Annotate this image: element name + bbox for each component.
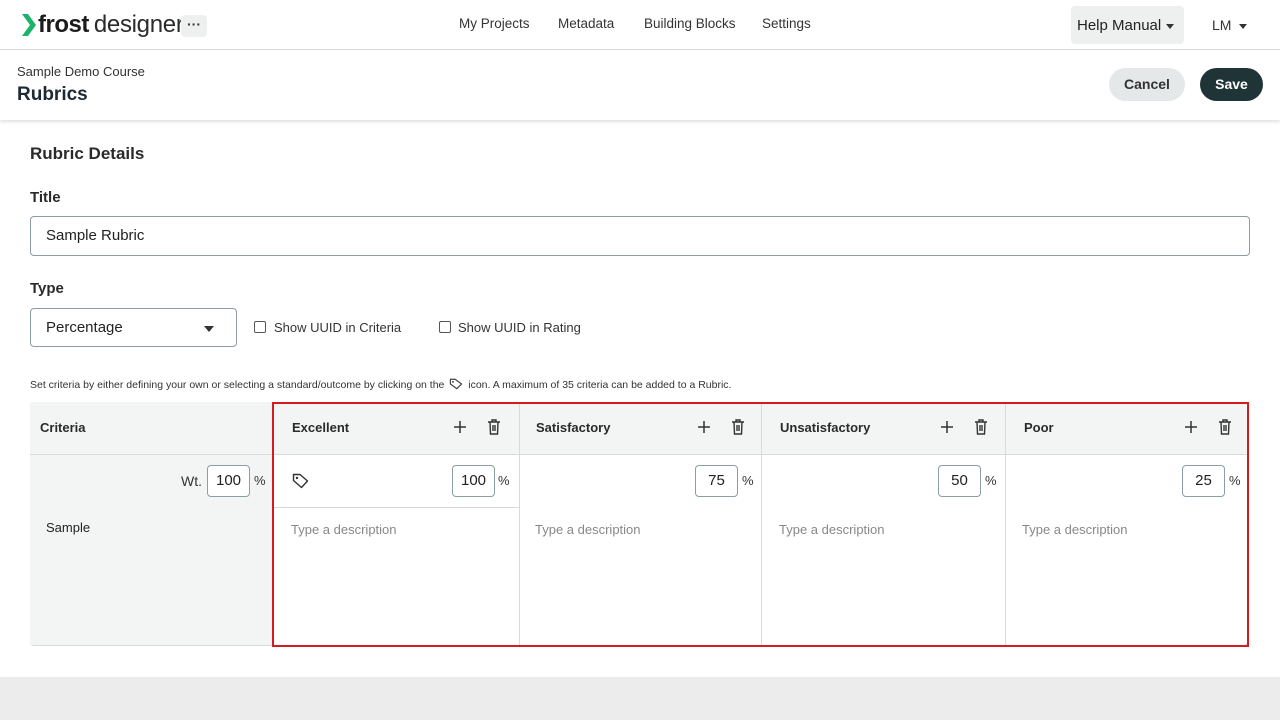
save-button[interactable]: Save: [1200, 68, 1263, 101]
criteria-hint: Set criteria by either defining your own…: [30, 378, 731, 391]
section-title: Rubric Details: [30, 144, 145, 163]
user-initials: LM: [1212, 17, 1232, 33]
column-divider: [519, 403, 520, 645]
rubric-table-header: [30, 402, 1248, 455]
nav-settings[interactable]: Settings: [762, 16, 811, 31]
level-unit: %: [498, 473, 510, 488]
delete-level-icon[interactable]: [486, 418, 502, 436]
page-header: [0, 50, 1280, 120]
column-divider: [273, 403, 274, 645]
column-divider: [1005, 403, 1006, 645]
level-header-poor[interactable]: Poor: [1024, 420, 1054, 435]
cancel-button[interactable]: Cancel: [1109, 68, 1185, 101]
weight-label: Wt.: [181, 473, 202, 489]
description-input-unsatisfactory[interactable]: Type a description: [779, 522, 885, 537]
help-manual-dropdown[interactable]: Help Manual: [1071, 6, 1184, 44]
delete-level-icon[interactable]: [1217, 418, 1233, 436]
level-value-input-satisfactory[interactable]: 75: [695, 465, 738, 497]
add-level-icon[interactable]: [1183, 418, 1199, 436]
chevron-down-icon: [1166, 23, 1175, 29]
chevron-down-icon: [204, 326, 214, 332]
level-unit: %: [1229, 473, 1241, 488]
show-uuid-criteria-label: Show UUID in Criteria: [274, 320, 402, 335]
type-label: Type: [30, 280, 64, 297]
description-input-excellent[interactable]: Type a description: [291, 522, 397, 537]
more-menu-button[interactable]: ···: [181, 15, 207, 37]
user-menu[interactable]: LM: [1212, 17, 1248, 33]
delete-level-icon[interactable]: [973, 418, 989, 436]
level-unit: %: [742, 473, 754, 488]
page-title: Rubrics: [17, 84, 88, 105]
weight-input[interactable]: 100: [207, 465, 250, 497]
add-level-icon[interactable]: [452, 418, 468, 436]
add-level-icon[interactable]: [696, 418, 712, 436]
level-unit: %: [985, 473, 997, 488]
delete-level-icon[interactable]: [730, 418, 746, 436]
nav-building-blocks[interactable]: Building Blocks: [644, 16, 736, 31]
title-input[interactable]: Sample Rubric: [30, 216, 1250, 256]
row-divider: [274, 507, 519, 508]
weight-unit: %: [254, 473, 266, 488]
criteria-hint-text-after: icon. A maximum of 35 criteria can be ad…: [468, 379, 732, 391]
criterion-name[interactable]: Sample: [46, 520, 90, 535]
type-select-value: Percentage: [46, 319, 123, 336]
show-uuid-criteria-checkbox[interactable]: [254, 321, 266, 333]
help-manual-label: Help Manual: [1077, 17, 1162, 34]
logo-text-frost: frost: [38, 11, 89, 38]
level-value-input-unsatisfactory[interactable]: 50: [938, 465, 981, 497]
level-header-satisfactory[interactable]: Satisfactory: [536, 420, 610, 435]
level-header-excellent[interactable]: Excellent: [292, 420, 349, 435]
add-level-icon[interactable]: [939, 418, 955, 436]
description-input-poor[interactable]: Type a description: [1022, 522, 1128, 537]
show-uuid-rating-checkbox[interactable]: [439, 321, 451, 333]
title-label: Title: [30, 189, 61, 206]
column-divider: [761, 403, 762, 645]
nav-metadata[interactable]: Metadata: [558, 16, 614, 31]
logo-text-designer: designer: [93, 11, 184, 38]
criteria-header: Criteria: [40, 420, 86, 435]
level-header-unsatisfactory[interactable]: Unsatisfactory: [780, 420, 870, 435]
chevron-down-icon: [1239, 23, 1248, 29]
logo-chevron-icon: [22, 14, 36, 36]
criteria-hint-text-before: Set criteria by either defining your own…: [30, 379, 445, 391]
frost-designer-logo[interactable]: frost designer: [22, 11, 184, 39]
show-uuid-rating-label: Show UUID in Rating: [458, 320, 581, 335]
type-select[interactable]: Percentage: [30, 308, 237, 347]
nav-my-projects[interactable]: My Projects: [459, 16, 530, 31]
level-value-input-excellent[interactable]: 100: [452, 465, 495, 497]
breadcrumb[interactable]: Sample Demo Course: [17, 64, 145, 79]
description-input-satisfactory[interactable]: Type a description: [535, 522, 641, 537]
level-value-input-poor[interactable]: 25: [1182, 465, 1225, 497]
tag-icon[interactable]: [292, 473, 309, 489]
tag-icon: [450, 378, 463, 390]
page-footer: [0, 677, 1280, 720]
